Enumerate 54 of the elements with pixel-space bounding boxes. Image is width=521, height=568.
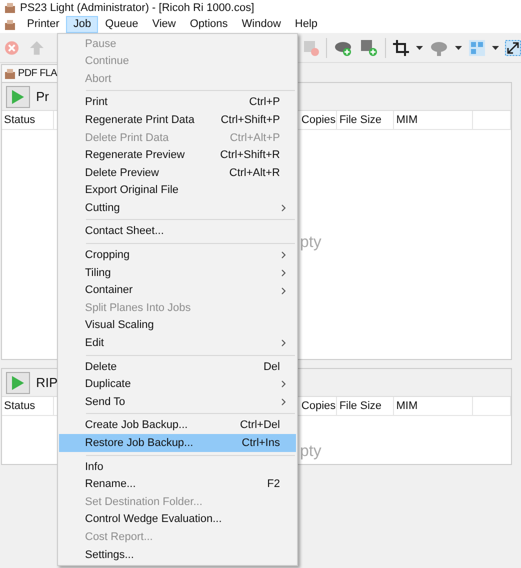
empty-message: pty [300, 442, 322, 462]
menu-item[interactable]: Tiling [59, 264, 296, 282]
menu-item[interactable]: Create Job Backup... Ctrl+Del [59, 416, 296, 434]
menu-item[interactable]: Container [59, 282, 296, 300]
column-header[interactable]: MIM [394, 111, 474, 129]
menu-item[interactable]: Cutting [59, 199, 296, 217]
menu-item[interactable]: Send To [59, 393, 296, 411]
binary-add-icon[interactable] [359, 38, 379, 56]
play-icon [12, 90, 24, 104]
app-icon [4, 18, 16, 30]
app-icon [4, 68, 16, 80]
menu-item[interactable]: Delete Del [59, 358, 296, 376]
caret-icon[interactable] [416, 46, 423, 50]
menu-item[interactable]: Print Ctrl+P [59, 94, 296, 112]
menu-item[interactable]: Printer [20, 16, 66, 33]
menu-item[interactable]: Help [288, 16, 325, 33]
column-header[interactable]: Status [2, 397, 54, 415]
column-header[interactable]: File Size [337, 397, 394, 415]
menu-item[interactable]: Contact Sheet... [59, 222, 296, 241]
menu-item[interactable]: Duplicate [59, 376, 296, 394]
start-button[interactable] [6, 372, 30, 394]
menu-item[interactable]: Regenerate Print Data Ctrl+Shift+P [59, 111, 296, 129]
menu-item[interactable]: Delete Preview Ctrl+Alt+R [59, 164, 296, 182]
menu-item[interactable]: Queue [98, 16, 146, 33]
menu-item[interactable]: Job [66, 16, 98, 33]
menu-item[interactable]: View [145, 16, 183, 33]
column-header[interactable]: File Size [337, 111, 394, 129]
menu-item[interactable]: Control Wedge Evaluation... [59, 510, 296, 528]
menu-item[interactable]: Cropping [59, 246, 296, 264]
expand-icon[interactable] [505, 40, 521, 56]
menu-item[interactable]: Info [59, 458, 296, 476]
menu-item[interactable]: Settings... [59, 546, 296, 564]
window-title: PS23 Light (Administrator) - [Ricoh Ri 1000.cos] [20, 0, 254, 16]
caret-icon[interactable] [455, 46, 462, 50]
menu-item[interactable]: Rename... F2 [59, 476, 296, 494]
crop-icon[interactable] [392, 38, 410, 56]
start-button[interactable] [6, 86, 30, 108]
column-header[interactable]: MIM [394, 397, 474, 415]
menu-item[interactable]: Window [234, 16, 288, 33]
menu-item[interactable]: Options [182, 16, 235, 33]
column-header[interactable]: Copies [299, 111, 338, 129]
menu-item[interactable]: Export Original File [59, 182, 296, 200]
menu-item[interactable]: Regenerate Preview Ctrl+Shift+R [59, 146, 296, 164]
menu-item[interactable]: Visual Scaling [59, 316, 296, 334]
empty-message: pty [300, 232, 322, 252]
caret-icon[interactable] [492, 46, 499, 50]
menu-item[interactable]: Restore Job Backup... Ctrl+Ins [59, 434, 296, 452]
play-icon [12, 376, 24, 390]
app-icon [4, 2, 16, 14]
column-header[interactable]: Status [2, 111, 54, 129]
queue-label: RIP [36, 374, 58, 392]
queue-label: Pr [36, 88, 49, 106]
column-header[interactable]: Copies [299, 397, 338, 415]
menu-item[interactable]: Edit [59, 334, 296, 352]
